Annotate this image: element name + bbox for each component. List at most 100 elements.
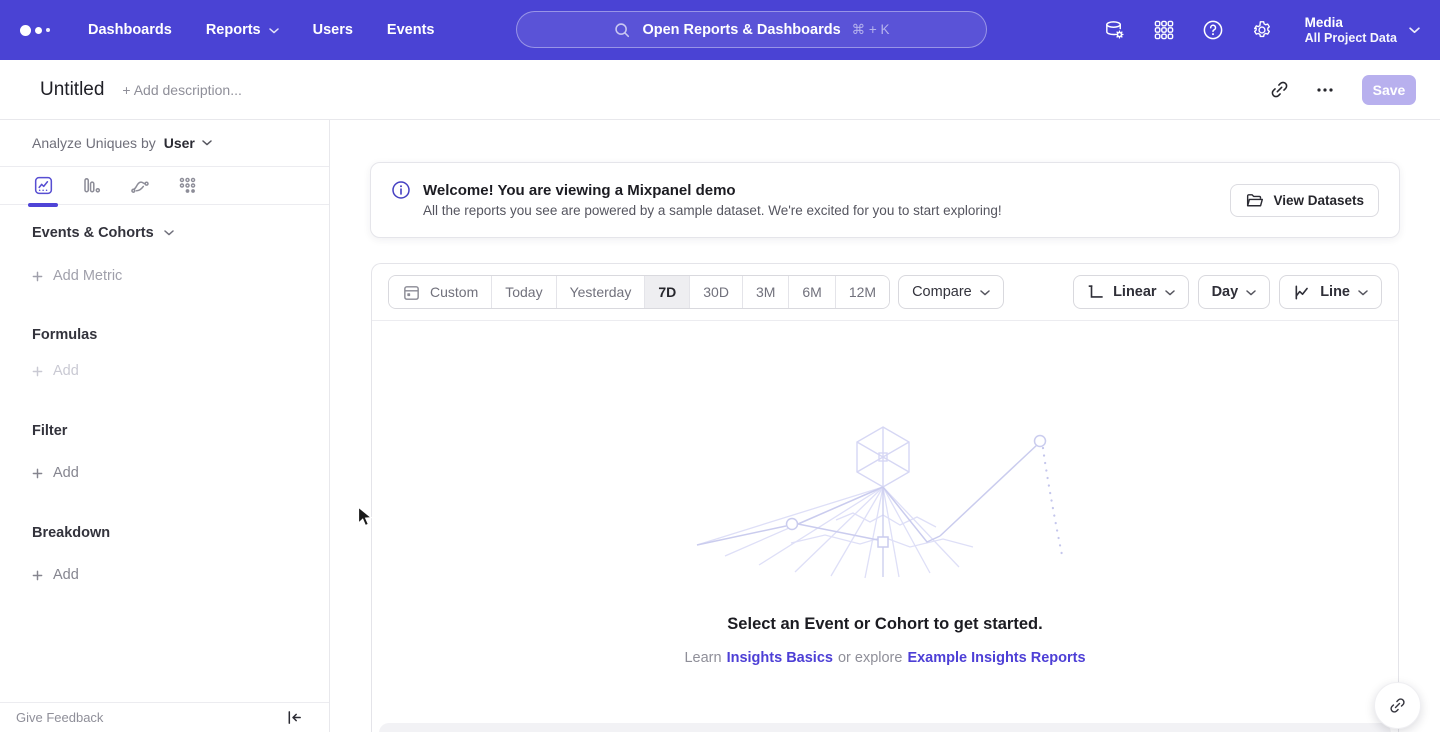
project-selector[interactable]: Media All Project Data (1305, 14, 1420, 46)
range-yesterday[interactable]: Yesterday (556, 276, 645, 308)
add-formula-label: Add (53, 363, 79, 379)
folder-icon (1245, 191, 1264, 210)
report-type-tabs (0, 167, 329, 205)
apps-grid-icon[interactable] (1152, 18, 1176, 42)
chevron-down-icon (980, 290, 990, 296)
nav-right-controls: Media All Project Data (1103, 14, 1420, 46)
chart-type-dropdown[interactable]: Line (1279, 275, 1382, 309)
breakdown-header: Breakdown (32, 525, 110, 541)
plus-icon (32, 570, 43, 581)
nav-item-events[interactable]: Events (387, 22, 435, 38)
add-filter-label: Add (53, 465, 79, 481)
line-chart-icon (1293, 283, 1312, 302)
range-today[interactable]: Today (491, 276, 555, 308)
chevron-down-icon (202, 140, 212, 146)
add-formula-button[interactable]: Add (32, 363, 79, 379)
report-header-bar: Untitled + Add description... Save (0, 60, 1440, 120)
help-icon[interactable] (1201, 18, 1225, 42)
top-nav: Dashboards Reports Users Events Open Rep… (0, 0, 1440, 60)
add-breakdown-button[interactable]: Add (32, 567, 79, 583)
report-header-actions: Save (1266, 75, 1416, 105)
date-range-segmented-control: Custom Today Yesterday 7D 30D 3M 6M 12M (388, 275, 890, 309)
events-cohorts-header[interactable]: Events & Cohorts (32, 225, 174, 241)
banner-text: Welcome! You are viewing a Mixpanel demo… (423, 182, 1002, 218)
link-icon (1388, 696, 1407, 715)
add-filter-button[interactable]: Add (32, 465, 79, 481)
range-custom[interactable]: Custom (389, 276, 491, 308)
chevron-down-icon (164, 230, 174, 236)
empty-state-hint: Learn Insights Basics or explore Example… (372, 650, 1398, 666)
events-cohorts-label: Events & Cohorts (32, 225, 154, 241)
range-30d[interactable]: 30D (689, 276, 742, 308)
interval-dropdown[interactable]: Day (1198, 275, 1271, 309)
hint-prefix: Learn (684, 650, 721, 666)
nav-item-reports[interactable]: Reports (206, 22, 279, 38)
primary-nav: Dashboards Reports Users Events (88, 22, 434, 38)
banner-title: Welcome! You are viewing a Mixpanel demo (423, 182, 1002, 199)
compare-label: Compare (912, 284, 972, 300)
project-name: Media (1305, 14, 1397, 31)
chevron-down-icon (269, 28, 279, 34)
filter-label: Filter (32, 423, 67, 439)
analyze-by-dropdown[interactable]: User (164, 135, 212, 151)
more-options-icon[interactable] (1312, 77, 1338, 103)
analyze-by-value: User (164, 135, 195, 151)
range-12m[interactable]: 12M (835, 276, 889, 308)
chart-toolbar: Custom Today Yesterday 7D 30D 3M 6M 12M … (372, 264, 1398, 321)
formulas-header: Formulas (32, 327, 97, 343)
banner-subtitle: All the reports you see are powered by a… (423, 203, 1002, 218)
tab-retention-icon[interactable] (176, 167, 198, 205)
chevron-down-icon (1358, 290, 1368, 296)
chevron-down-icon (1165, 290, 1175, 296)
range-3m[interactable]: 3M (742, 276, 788, 308)
scale-dropdown[interactable]: Linear (1073, 275, 1189, 309)
range-7d[interactable]: 7D (644, 276, 689, 308)
chevron-down-icon (1409, 27, 1420, 34)
scale-label: Linear (1113, 284, 1157, 300)
chevron-down-icon (1246, 290, 1256, 296)
range-6m[interactable]: 6M (788, 276, 834, 308)
data-connections-icon[interactable] (1103, 18, 1127, 42)
share-link-fab[interactable] (1374, 682, 1421, 729)
add-description-field[interactable]: + Add description... (122, 82, 241, 98)
collapse-sidebar-icon[interactable] (286, 709, 303, 726)
empty-state-illustration (695, 424, 1075, 579)
query-builder-sidebar: Analyze Uniques by User Events & Cohorts (0, 120, 330, 732)
breakdown-label: Breakdown (32, 525, 110, 541)
tab-funnels-icon[interactable] (80, 167, 102, 205)
card-footer-bar (379, 723, 1391, 732)
settings-gear-icon[interactable] (1250, 18, 1274, 42)
global-search-input[interactable]: Open Reports & Dashboards ⌘ + K (516, 11, 987, 48)
search-placeholder: Open Reports & Dashboards (642, 22, 840, 38)
interval-label: Day (1212, 284, 1239, 300)
tab-flows-icon[interactable] (128, 167, 150, 205)
welcome-banner: Welcome! You are viewing a Mixpanel demo… (370, 162, 1400, 238)
report-title[interactable]: Untitled (40, 79, 104, 101)
range-custom-label: Custom (430, 284, 478, 300)
give-feedback-link[interactable]: Give Feedback (16, 710, 103, 725)
nav-item-dashboards[interactable]: Dashboards (88, 22, 172, 38)
add-metric-button[interactable]: Add Metric (32, 268, 122, 284)
hint-middle: or explore (838, 650, 902, 666)
add-metric-label: Add Metric (53, 268, 122, 284)
report-card: Custom Today Yesterday 7D 30D 3M 6M 12M … (371, 263, 1399, 732)
compare-dropdown[interactable]: Compare (898, 275, 1004, 309)
chart-display-controls: Linear Day Line (1073, 275, 1382, 309)
plus-icon (32, 271, 43, 282)
view-datasets-label: View Datasets (1273, 193, 1364, 208)
save-button[interactable]: Save (1362, 75, 1416, 105)
insights-basics-link[interactable]: Insights Basics (727, 650, 833, 666)
view-datasets-button[interactable]: View Datasets (1230, 184, 1379, 217)
example-insights-reports-link[interactable]: Example Insights Reports (907, 650, 1085, 666)
tab-insights-icon[interactable] (32, 167, 54, 205)
search-icon (613, 21, 631, 39)
calendar-icon (402, 283, 421, 302)
plus-icon (32, 366, 43, 377)
search-shortcut: ⌘ + K (852, 22, 890, 38)
formulas-label: Formulas (32, 327, 97, 343)
linear-axis-icon (1087, 283, 1105, 301)
mixpanel-logo-icon[interactable] (20, 25, 50, 36)
nav-item-users[interactable]: Users (313, 22, 353, 38)
copy-link-icon[interactable] (1266, 77, 1292, 103)
mixpanel-app: Dashboards Reports Users Events Open Rep… (0, 0, 1440, 732)
